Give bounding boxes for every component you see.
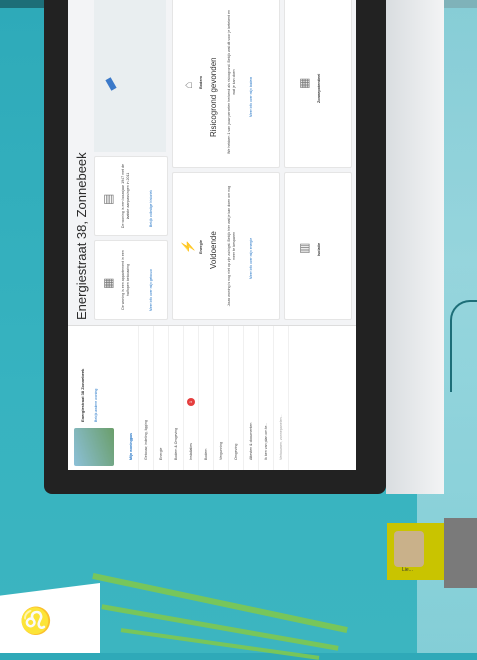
sidebar-item-omgeving[interactable]: Omgeving bbox=[229, 326, 244, 470]
soil-icon: ⌂ bbox=[181, 81, 195, 89]
zonne-label: Zonnepotentieel bbox=[317, 73, 321, 103]
page-title: Energiestraat 38, Zonnebeek bbox=[74, 152, 89, 320]
card-building-year: ▤ De woning is een bouwjaar 1947 met de … bbox=[94, 156, 168, 236]
cable bbox=[450, 300, 477, 392]
sidebar-item-woningpas[interactable]: Mijn woningpas bbox=[124, 326, 139, 470]
sidebar-item-vergunning[interactable]: Vergunning bbox=[214, 326, 229, 470]
card-building-link[interactable]: Meer info over mijn gebouw bbox=[149, 269, 153, 311]
device-edge bbox=[444, 518, 477, 588]
bodem-title: Risicogrond gevonden bbox=[209, 57, 218, 137]
notification-badge: 1 bbox=[187, 398, 195, 406]
building-icon: ▦ bbox=[101, 277, 115, 289]
sidebar-item-bodem[interactable]: Bodem bbox=[199, 326, 214, 470]
card-isolatie: ▥ Isolatie bbox=[284, 172, 352, 320]
energie-title: Voldoende bbox=[209, 231, 218, 269]
calendar-icon: ▤ bbox=[101, 193, 115, 205]
energie-label: Energie bbox=[199, 240, 203, 254]
energie-text: Jouw woning is nog niet op zijn zuinigst… bbox=[227, 185, 236, 307]
sidebar: Energiestraat 38 Zonnebeek Bekijk andere… bbox=[68, 325, 356, 470]
photo-card-label: Lie... bbox=[402, 567, 413, 573]
sidebar-item-bodem-omgeving[interactable]: Bodem & Omgeving bbox=[169, 326, 184, 470]
sidebar-address: Energiestraat 38 Zonnebeek bbox=[80, 368, 85, 422]
sidebar-item-gebouw[interactable]: Gebouw, indeling, ligging bbox=[139, 326, 154, 470]
other-home-link[interactable]: Bekijk andere woning bbox=[94, 389, 98, 422]
monitor-screen: Energiestraat 38 Zonnebeek Bekijk andere… bbox=[68, 0, 356, 470]
bodem-label: Bodem bbox=[199, 76, 203, 89]
webpage: Energiestraat 38 Zonnebeek Bekijk andere… bbox=[68, 0, 356, 470]
sidebar-menu: Mijn woningpas Gebouw, indeling, ligging… bbox=[124, 326, 289, 470]
sidebar-item-energie[interactable]: Energie bbox=[154, 326, 169, 470]
card-building-type: ▦ De woning is een appartement in een ha… bbox=[94, 240, 168, 320]
energie-link[interactable]: Meer info over mijn energie bbox=[249, 238, 253, 279]
insulation-icon: ▥ bbox=[297, 242, 311, 254]
card-building-text: De woning is een appartement in een half… bbox=[121, 250, 130, 310]
bodem-link[interactable]: Meer info over mijn bodem bbox=[249, 77, 253, 117]
portrait-photo bbox=[394, 531, 424, 567]
isolatie-label: Isolatie bbox=[317, 242, 321, 256]
card-zonnepotentieel: ▦ Zonnepotentieel bbox=[284, 0, 352, 168]
card-year-link[interactable]: Bekijk volledige historiek bbox=[149, 190, 153, 227]
sidebar-item-plan[interactable]: Ik ben van plan om te... bbox=[259, 326, 274, 470]
sidebar-item-installaties[interactable]: Installaties 1 bbox=[184, 326, 199, 470]
energy-icon: ⚡ bbox=[181, 239, 195, 254]
search-input[interactable]: Verbouwen, zonnepanelen... bbox=[274, 326, 289, 470]
bodem-text: We hebben 1 van jouw percelen herkend al… bbox=[227, 10, 236, 154]
house-photo bbox=[74, 428, 114, 466]
card-energie: ⚡ Energie Voldoende Jouw woning is nog n… bbox=[172, 172, 280, 320]
solar-panel-icon: ▦ bbox=[297, 77, 311, 89]
card-year-text: De woning is een bouwjaar 1947 met de la… bbox=[121, 163, 130, 229]
map-preview[interactable] bbox=[94, 0, 166, 152]
card-bodem: ⌂ Bodem Risicogrond gevonden We hebben 1… bbox=[172, 0, 280, 168]
monitor-stand bbox=[386, 0, 444, 494]
photo-card bbox=[387, 523, 444, 580]
sidebar-item-attesten[interactable]: Attesten & documenten bbox=[244, 326, 259, 470]
